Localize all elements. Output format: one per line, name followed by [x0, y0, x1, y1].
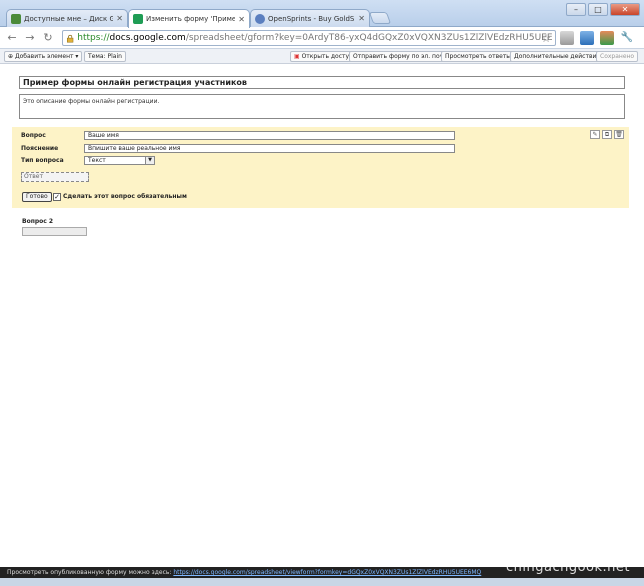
required-checkbox[interactable]: ✓	[53, 193, 61, 201]
tab-title: OpenSprints - Buy GoldSprint	[268, 14, 355, 23]
help-text-input[interactable]: Впишите ваше реальное имя	[84, 144, 455, 153]
edit-icon[interactable]: ✎	[590, 130, 600, 139]
help-text-label: Пояснение	[21, 145, 59, 152]
delete-icon[interactable]: 🗑	[614, 130, 624, 139]
view-responses-button[interactable]: Просмотреть ответы ▾	[441, 51, 520, 62]
url-scheme: https://	[77, 33, 110, 43]
done-button[interactable]: Готово	[22, 192, 52, 202]
form-title-input[interactable]: Пример формы онлайн регистрация участник…	[19, 76, 625, 89]
required-label: Сделать этот вопрос обязательным	[63, 193, 187, 200]
tab-title: Доступные мне – Диск Goog	[24, 14, 113, 23]
wrench-icon[interactable]: 🔧	[620, 31, 634, 45]
more-actions-button[interactable]: Дополнительные действия ▾	[510, 51, 609, 62]
form-description-input[interactable]: Это описание формы онлайн регистрации.	[19, 94, 625, 119]
published-form-link[interactable]: https://docs.google.com/spreadsheet/view…	[173, 569, 481, 576]
close-tab-icon[interactable]: ✕	[116, 14, 123, 23]
window-bottom-edge	[0, 578, 644, 586]
globe-icon	[255, 13, 265, 24]
lock-icon	[66, 34, 74, 42]
google-drive-icon	[11, 13, 21, 24]
close-tab-icon[interactable]: ✕	[358, 14, 365, 23]
close-tab-icon[interactable]: ✕	[238, 15, 245, 24]
back-button[interactable]: ←	[4, 30, 20, 46]
bookmark-star-icon[interactable]: ☆	[541, 32, 551, 45]
forward-button[interactable]: →	[22, 30, 38, 46]
question-title-input[interactable]: Ваше имя	[84, 131, 455, 140]
maximize-button[interactable]: □	[588, 3, 608, 16]
browser-titlebar: Доступные мне – Диск Goog ✕ Изменить фор…	[0, 0, 644, 28]
reload-button[interactable]: ↻	[40, 30, 56, 46]
question-2-answer-preview[interactable]	[22, 227, 87, 236]
saved-button: Сохранено	[596, 51, 639, 62]
theme-button[interactable]: Тема: Plain	[84, 51, 126, 62]
url-host: docs.google.com	[109, 33, 186, 43]
share-button[interactable]: ▣ Открыть доступ	[290, 51, 357, 62]
chevron-down-icon: ▼	[145, 157, 154, 164]
add-item-button[interactable]: ⊕ Добавить элемент ▾	[4, 51, 83, 62]
question-type-label: Тип вопроса	[21, 157, 64, 164]
email-form-button[interactable]: Отправить форму по эл. почте	[349, 51, 455, 62]
tab-opensprints[interactable]: OpenSprints - Buy GoldSprint ✕	[250, 9, 370, 27]
duplicate-icon[interactable]: ⧉	[602, 130, 612, 139]
question-actions: ✎ ⧉ 🗑	[590, 130, 624, 139]
tab-edit-form[interactable]: Изменить форму 'Пример ф ✕	[128, 9, 250, 28]
minimize-button[interactable]: –	[566, 3, 586, 16]
docs-toolbar: ⊕ Добавить элемент ▾ Тема: Plain ▣ Откры…	[0, 49, 644, 64]
watermark: chingachgook.net	[506, 560, 630, 575]
question-label: Вопрос	[21, 132, 46, 139]
url-path: /spreadsheet/gform?key=0ArdyT86-yxQ4dGQx…	[185, 33, 552, 43]
new-tab-button[interactable]	[368, 12, 392, 24]
answer-preview-box: Ответ	[21, 172, 89, 182]
window-controls: – □ ✕	[566, 3, 640, 16]
question-edit-panel: Вопрос Ваше имя Пояснение Впишите ваше р…	[12, 127, 629, 208]
page-menu-icon[interactable]	[560, 31, 574, 45]
close-window-button[interactable]: ✕	[610, 3, 640, 16]
extension-icon[interactable]	[580, 31, 594, 45]
tab-title: Изменить форму 'Пример ф	[146, 15, 235, 23]
tab-google-drive[interactable]: Доступные мне – Диск Goog ✕	[6, 9, 128, 27]
plus-icon: ⊕	[8, 53, 15, 60]
extension-icons: 🔧	[560, 31, 634, 45]
browser-toolbar: ← → ↻ https:// docs.google.com /spreadsh…	[0, 27, 644, 49]
share-icon: ▣	[294, 53, 302, 60]
translate-icon[interactable]	[600, 31, 614, 45]
spreadsheet-icon	[133, 14, 143, 24]
question-type-select[interactable]: Текст ▼	[84, 156, 155, 165]
question-2-label: Вопрос 2	[22, 218, 54, 225]
address-bar[interactable]: https:// docs.google.com /spreadsheet/gf…	[62, 30, 556, 46]
